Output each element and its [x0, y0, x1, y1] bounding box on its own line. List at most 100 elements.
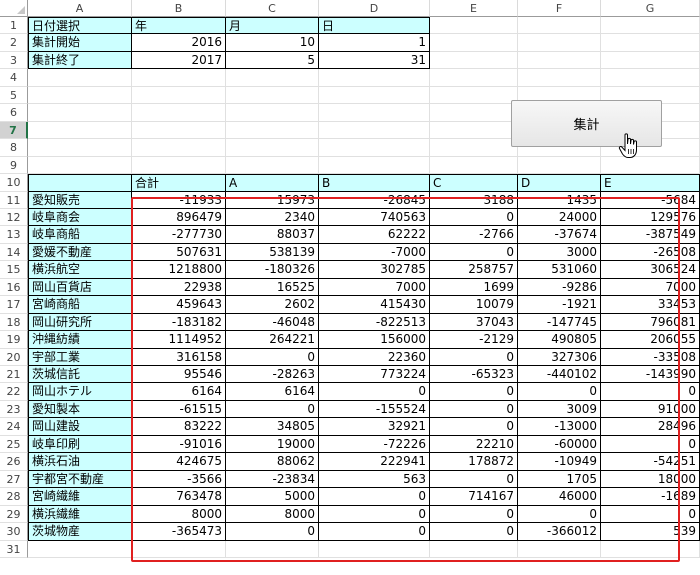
- grid-cell[interactable]: [601, 541, 700, 558]
- value-cell[interactable]: -822513: [319, 314, 430, 331]
- value-cell[interactable]: -143990: [601, 366, 700, 383]
- table-header-0[interactable]: 合計: [132, 174, 226, 192]
- grid-cell[interactable]: [518, 69, 601, 87]
- value-cell[interactable]: 24000: [518, 209, 601, 226]
- value-cell[interactable]: 258757: [430, 261, 518, 279]
- value-cell[interactable]: 28496: [601, 418, 700, 436]
- grid-cell[interactable]: [430, 34, 518, 52]
- grid-cell[interactable]: [28, 139, 132, 157]
- value-cell[interactable]: -65323: [430, 366, 518, 383]
- value-cell[interactable]: 0: [319, 523, 430, 541]
- table-header-5[interactable]: E: [601, 174, 700, 192]
- value-cell[interactable]: -10949: [518, 453, 601, 471]
- grid-cell[interactable]: [319, 541, 430, 558]
- grid-cell[interactable]: [132, 69, 226, 87]
- value-cell[interactable]: 0: [430, 471, 518, 488]
- value-cell[interactable]: 306524: [601, 261, 700, 279]
- value-cell[interactable]: 796081: [601, 314, 700, 331]
- value-cell[interactable]: 0: [430, 401, 518, 418]
- row-header-23[interactable]: 23: [0, 401, 28, 418]
- company-name-cell[interactable]: 岐阜商船: [28, 226, 132, 244]
- grid-cell[interactable]: [601, 52, 700, 69]
- value-cell[interactable]: 6164: [132, 383, 226, 401]
- column-header-f[interactable]: F: [518, 0, 601, 17]
- value-cell[interactable]: 15973: [226, 192, 319, 209]
- end-day-cell[interactable]: 31: [319, 52, 430, 69]
- value-cell[interactable]: -11933: [132, 192, 226, 209]
- grid-cell[interactable]: [132, 104, 226, 122]
- company-name-cell[interactable]: 茨城信託: [28, 366, 132, 383]
- value-cell[interactable]: 178872: [430, 453, 518, 471]
- row-header-13[interactable]: 13: [0, 226, 28, 244]
- row-header-16[interactable]: 16: [0, 279, 28, 296]
- value-cell[interactable]: 1435: [518, 192, 601, 209]
- row-header-14[interactable]: 14: [0, 244, 28, 261]
- row-header-11[interactable]: 11: [0, 192, 28, 209]
- date-header-3[interactable]: 日: [319, 17, 430, 34]
- company-name-cell[interactable]: 茨城物産: [28, 523, 132, 541]
- row-header-7[interactable]: 7: [0, 122, 28, 139]
- grid-cell[interactable]: [28, 541, 132, 558]
- value-cell[interactable]: 7000: [601, 279, 700, 296]
- value-cell[interactable]: 16525: [226, 279, 319, 296]
- value-cell[interactable]: 531060: [518, 261, 601, 279]
- grid-cell[interactable]: [430, 157, 518, 174]
- value-cell[interactable]: 0: [430, 244, 518, 261]
- grid-cell[interactable]: [319, 87, 430, 104]
- value-cell[interactable]: 0: [430, 523, 518, 541]
- table-header-3[interactable]: C: [430, 174, 518, 192]
- value-cell[interactable]: -72226: [319, 436, 430, 453]
- row-header-22[interactable]: 22: [0, 383, 28, 401]
- value-cell[interactable]: 1218800: [132, 261, 226, 279]
- value-cell[interactable]: 10079: [430, 296, 518, 314]
- value-cell[interactable]: -54251: [601, 453, 700, 471]
- value-cell[interactable]: -1689: [601, 488, 700, 506]
- grid-cell[interactable]: [28, 104, 132, 122]
- value-cell[interactable]: 83222: [132, 418, 226, 436]
- value-cell[interactable]: -5684: [601, 192, 700, 209]
- grid-cell[interactable]: [132, 139, 226, 157]
- value-cell[interactable]: -7000: [319, 244, 430, 261]
- grid-cell[interactable]: [601, 34, 700, 52]
- grid-cell[interactable]: [518, 52, 601, 69]
- value-cell[interactable]: 302785: [319, 261, 430, 279]
- value-cell[interactable]: 0: [319, 488, 430, 506]
- value-cell[interactable]: -1921: [518, 296, 601, 314]
- value-cell[interactable]: 0: [430, 418, 518, 436]
- value-cell[interactable]: 34805: [226, 418, 319, 436]
- grid-cell[interactable]: [601, 157, 700, 174]
- value-cell[interactable]: 88062: [226, 453, 319, 471]
- start-day-cell[interactable]: 1: [319, 34, 430, 52]
- value-cell[interactable]: 22938: [132, 279, 226, 296]
- grid-cell[interactable]: [601, 69, 700, 87]
- value-cell[interactable]: 0: [601, 436, 700, 453]
- company-name-cell[interactable]: 横浜石油: [28, 453, 132, 471]
- value-cell[interactable]: -26508: [601, 244, 700, 261]
- row-header-10[interactable]: 10: [0, 174, 28, 192]
- value-cell[interactable]: -180326: [226, 261, 319, 279]
- grid-cell[interactable]: [226, 541, 319, 558]
- company-name-cell[interactable]: 岡山建設: [28, 418, 132, 436]
- row-header-27[interactable]: 27: [0, 471, 28, 488]
- grid-cell[interactable]: [319, 157, 430, 174]
- value-cell[interactable]: 156000: [319, 331, 430, 349]
- company-name-cell[interactable]: 愛知販売: [28, 192, 132, 209]
- value-cell[interactable]: -365473: [132, 523, 226, 541]
- grid-cell[interactable]: [132, 87, 226, 104]
- grid-cell[interactable]: [28, 69, 132, 87]
- company-name-cell[interactable]: 宮崎商船: [28, 296, 132, 314]
- value-cell[interactable]: 0: [518, 506, 601, 523]
- value-cell[interactable]: 5000: [226, 488, 319, 506]
- value-cell[interactable]: 22210: [430, 436, 518, 453]
- value-cell[interactable]: -91016: [132, 436, 226, 453]
- grid-cell[interactable]: [226, 139, 319, 157]
- value-cell[interactable]: 507631: [132, 244, 226, 261]
- value-cell[interactable]: 714167: [430, 488, 518, 506]
- value-cell[interactable]: 46000: [518, 488, 601, 506]
- row-header-29[interactable]: 29: [0, 506, 28, 523]
- end-year-cell[interactable]: 2017: [132, 52, 226, 69]
- value-cell[interactable]: 1705: [518, 471, 601, 488]
- row-header-12[interactable]: 12: [0, 209, 28, 226]
- value-cell[interactable]: 264221: [226, 331, 319, 349]
- value-cell[interactable]: -60000: [518, 436, 601, 453]
